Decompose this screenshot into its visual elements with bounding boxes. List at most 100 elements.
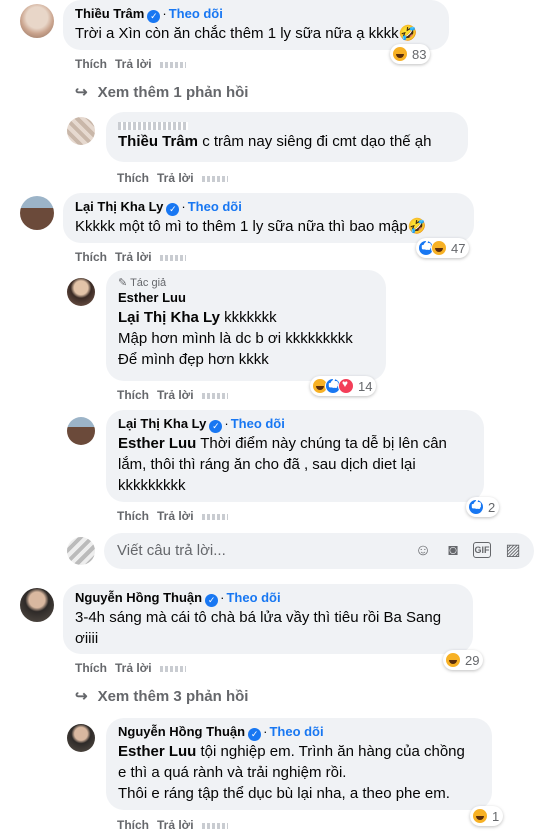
reply-actions: Thích Trả lời — [117, 509, 236, 523]
reaction-summary[interactable]: 14 — [310, 376, 377, 396]
verified-icon: ✓ — [147, 10, 161, 23]
reply-actions: Thích Trả lời — [117, 818, 236, 832]
reply-action[interactable]: Trả lời — [115, 57, 152, 71]
reaction-count: 29 — [465, 652, 480, 668]
reaction-summary[interactable]: 2 — [466, 497, 500, 517]
avatar[interactable] — [20, 588, 54, 622]
mention-link[interactable]: Esther Luu — [118, 435, 196, 452]
sticker-icon[interactable]: ▨ — [504, 542, 522, 560]
timestamp — [159, 61, 186, 68]
avatar[interactable] — [67, 417, 95, 445]
avatar[interactable] — [67, 278, 95, 306]
reaction-summary[interactable]: 47 — [416, 238, 470, 258]
reaction-count: 83 — [412, 46, 427, 62]
like-action[interactable]: Thích — [117, 388, 149, 402]
like-action[interactable]: Thích — [117, 818, 149, 832]
comment-actions: Thích Trả lời — [75, 661, 194, 675]
view-more-replies[interactable]: ↪ Xem thêm 1 phản hồi — [75, 83, 248, 101]
haha-reaction-icon — [392, 46, 408, 62]
timestamp — [201, 175, 228, 182]
reply-bubble: Nguyễn Hồng Thuận ✓ · Theo dõi Esther Luu t… — [106, 718, 492, 810]
comment-text: 3-4h sáng mà cái tô chà bá lửa vầy thì t… — [75, 609, 442, 647]
timestamp — [201, 392, 228, 399]
timestamp — [159, 665, 186, 672]
avatar[interactable] — [67, 724, 95, 752]
author-badge: Tác giả — [130, 277, 167, 289]
reply-text: kkkkkkk — [219, 309, 277, 326]
reply-bubble: Thiều Trâm c trâm nay siêng đi cmt dạo t… — [106, 112, 468, 162]
comment-actions: Thích Trả lời — [75, 250, 194, 264]
like-action[interactable]: Thích — [75, 250, 107, 264]
avatar[interactable] — [67, 117, 95, 145]
reaction-summary[interactable]: 29 — [443, 650, 484, 670]
reply-input-placeholder: Viết câu trả lời... — [117, 542, 226, 559]
reaction-summary[interactable]: 1 — [470, 806, 504, 826]
like-action[interactable]: Thích — [117, 509, 149, 523]
comment-text: Kkkkk một tô mì to thêm 1 ly sữa nữa thì… — [75, 218, 427, 235]
like-action[interactable]: Thích — [75, 57, 107, 71]
reaction-summary[interactable]: 83 — [390, 44, 431, 64]
camera-icon[interactable]: ◙ — [444, 542, 462, 560]
reply-actions: Thích Trả lời — [117, 171, 236, 185]
reaction-count: 2 — [488, 499, 496, 515]
verified-icon: ✓ — [166, 203, 180, 216]
commenter-name[interactable]: Lại Thị Kha Ly — [75, 199, 163, 214]
verified-icon: ✓ — [209, 420, 223, 433]
reply-text: lắm, thôi thì ráng ăn cho đã , sau dịch … — [118, 456, 416, 473]
reply-input[interactable]: Viết câu trả lời... ☺ ◙ GIF ▨ — [104, 533, 534, 569]
haha-reaction-icon — [445, 652, 461, 668]
view-more-label: Xem thêm 3 phản hồi — [97, 688, 249, 705]
comment-actions: Thích Trả lời — [75, 57, 194, 71]
reply-action[interactable]: Trả lời — [115, 661, 152, 675]
reaction-count: 47 — [451, 240, 466, 256]
comment-bubble: Nguyễn Hồng Thuận ✓ · Theo dõi 3-4h sáng mà… — [63, 584, 473, 654]
reply-arrow-icon: ↪ — [75, 84, 88, 101]
verified-icon: ✓ — [248, 728, 262, 741]
pencil-icon: ✎ — [118, 277, 128, 289]
view-more-replies[interactable]: ↪ Xem thêm 3 phản hồi — [75, 687, 248, 705]
mention-link[interactable]: Esther Luu — [118, 743, 196, 760]
timestamp — [201, 822, 228, 829]
commenter-name[interactable]: Lại Thị Kha Ly — [118, 416, 206, 431]
haha-reaction-icon — [431, 240, 447, 256]
reply-actions: Thích Trả lời — [117, 388, 236, 402]
commenter-name[interactable]: Thiều Trâm — [75, 6, 144, 21]
avatar[interactable] — [20, 196, 54, 230]
reply-text: tội nghiệp em. Trình ăn hàng của chồng — [196, 743, 465, 760]
reaction-count: 1 — [492, 808, 500, 824]
like-action[interactable]: Thích — [75, 661, 107, 675]
reply-bubble: ✎ Tác giả Esther Luu Lại Thị Kha Ly kkkk… — [106, 270, 386, 381]
mention-link[interactable]: Thiều Trâm — [118, 133, 198, 150]
like-action[interactable]: Thích — [117, 171, 149, 185]
comment-bubble: Thiều Trâm ✓ · Theo dõi Trời a Xìn còn ăn c… — [63, 0, 449, 50]
reply-action[interactable]: Trả lời — [115, 250, 152, 264]
follow-link[interactable]: Theo dõi — [188, 199, 242, 214]
emoji-icon[interactable]: ☺ — [414, 542, 432, 560]
gif-icon[interactable]: GIF — [473, 542, 491, 558]
follow-link[interactable]: Theo dõi — [226, 590, 280, 605]
commenter-name[interactable]: Esther Luu — [118, 289, 374, 307]
reply-action[interactable]: Trả lời — [157, 818, 194, 832]
reply-text: e thì a quá rành và trải nghiệm rồi. — [118, 764, 347, 781]
follow-link[interactable]: Theo dõi — [269, 724, 323, 739]
timestamp — [159, 254, 186, 261]
love-reaction-icon — [338, 378, 354, 394]
blurred-name — [118, 121, 188, 130]
commenter-name[interactable]: Nguyễn Hồng Thuận — [118, 724, 245, 739]
reply-text: kkkkkkkkk — [118, 477, 186, 494]
reply-text: Thời điểm này chúng ta dễ bị lên cân — [196, 435, 447, 452]
comment-bubble: Lại Thị Kha Ly ✓ · Theo dõi Kkkkk một tô mì… — [63, 193, 474, 243]
view-more-label: Xem thêm 1 phản hồi — [97, 84, 249, 101]
reply-action[interactable]: Trả lời — [157, 388, 194, 402]
comment-text: Trời a Xìn còn ăn chắc thêm 1 ly sữa nữa… — [75, 25, 418, 42]
reply-text: Thôi e ráng tập thể dục bù lại nha, a th… — [118, 785, 450, 802]
follow-link[interactable]: Theo dõi — [169, 6, 223, 21]
commenter-name[interactable]: Nguyễn Hồng Thuận — [75, 590, 202, 605]
avatar[interactable] — [20, 4, 54, 38]
mention-link[interactable]: Lại Thị Kha Ly — [118, 309, 220, 326]
reply-text: Mập hơn mình là dc b ơi kkkkkkkkk — [118, 330, 353, 347]
follow-link[interactable]: Theo dõi — [231, 416, 285, 431]
reply-action[interactable]: Trả lời — [157, 509, 194, 523]
reply-action[interactable]: Trả lời — [157, 171, 194, 185]
reply-arrow-icon: ↪ — [75, 688, 88, 705]
